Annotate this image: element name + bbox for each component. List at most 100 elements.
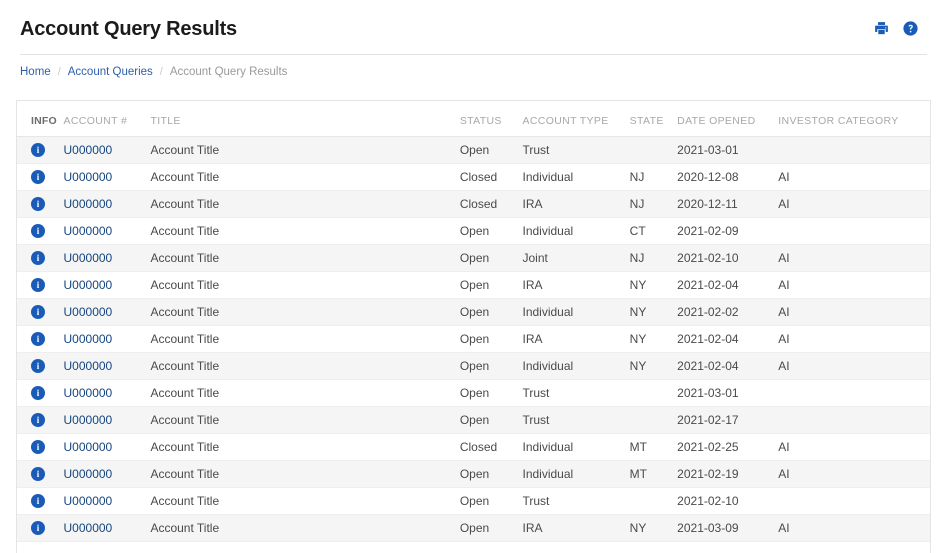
cell-account-type: Trust: [522, 136, 630, 164]
column-header-status[interactable]: STATUS: [459, 101, 523, 137]
table-row[interactable]: i U000000 Account Title Open Individual NY 202…: [17, 352, 930, 380]
cell-date-opened: 2021-03-01: [677, 379, 779, 407]
info-icon[interactable]: i: [31, 494, 45, 509]
cell-state: NY: [629, 298, 678, 326]
cell-investor-category: AI: [778, 325, 930, 353]
account-query-results-page: Account Query Results Home / Account Que…: [0, 0, 947, 553]
cell-title: Account Title: [150, 217, 460, 245]
table-row[interactable]: i U000000 Account Title Open Trust 2021-03-01: [17, 379, 930, 407]
info-icon[interactable]: i: [31, 359, 45, 374]
cell-state: MT: [629, 460, 678, 488]
account-number-link[interactable]: U000000: [64, 305, 113, 319]
account-number-link[interactable]: U000000: [64, 494, 113, 508]
table-row[interactable]: i U000000 Account Title Open Individual NY 202…: [17, 298, 930, 326]
column-header-info[interactable]: INFO: [17, 101, 64, 137]
cell-info: i: [17, 487, 64, 515]
column-header-date-opened[interactable]: DATE OPENED: [677, 101, 779, 137]
cell-account-number: U000000: [63, 406, 151, 434]
table-row[interactable]: i U000000 Account Title Open Individual MT 202…: [17, 460, 930, 488]
table-row[interactable]: i U000000 Account Title Open IRA NY 2021-02-04…: [17, 271, 930, 299]
info-icon[interactable]: i: [31, 332, 45, 347]
column-header-account-number[interactable]: ACCOUNT #: [63, 101, 151, 137]
print-icon[interactable]: [872, 19, 890, 37]
column-header-title[interactable]: TITLE: [150, 101, 460, 137]
cell-title: Account Title: [150, 352, 460, 380]
cell-account-number: U000000: [63, 244, 151, 272]
account-number-link[interactable]: U000000: [64, 224, 113, 238]
cell-title: Account Title: [150, 325, 460, 353]
cell-title: Account Title: [150, 433, 460, 461]
cell-account-number: U000000: [63, 217, 151, 245]
account-number-link[interactable]: U000000: [64, 143, 113, 157]
column-header-state[interactable]: STATE: [629, 101, 678, 137]
table-row[interactable]: i U000000 Account Title Open Trust 2021-02-17: [17, 406, 930, 434]
account-number-link[interactable]: U000000: [64, 359, 113, 373]
table-row[interactable]: i U000000 Account Title Open IRA NY 2021-03-09…: [17, 514, 930, 542]
account-number-link[interactable]: U000000: [64, 413, 113, 427]
cell-date-opened: 2021-02-04: [677, 325, 779, 353]
info-icon[interactable]: i: [31, 278, 45, 293]
breadcrumb-item-home[interactable]: Home: [20, 66, 51, 78]
account-number-link[interactable]: U000000: [64, 386, 113, 400]
cell-date-opened: 2021-02-04: [677, 352, 779, 380]
info-icon[interactable]: i: [31, 440, 45, 455]
cell-info: i: [17, 325, 64, 353]
cell-state: NY: [629, 325, 678, 353]
cell-state: NJ: [629, 163, 678, 191]
table-row[interactable]: i U000000 Account Title Open Trust 2021-02-10: [17, 487, 930, 515]
cell-title: Account Title: [150, 487, 460, 515]
account-number-link[interactable]: U000000: [64, 332, 113, 346]
info-icon[interactable]: i: [31, 467, 45, 482]
cell-account-number: U000000: [63, 298, 151, 326]
table-row[interactable]: i U000000 Account Title Open Joint NJ 2021-02-…: [17, 244, 930, 272]
account-number-link[interactable]: U000000: [64, 467, 113, 481]
account-number-link[interactable]: U000000: [64, 197, 113, 211]
cell-info: i: [17, 379, 64, 407]
account-number-link[interactable]: U000000: [64, 521, 113, 535]
info-icon[interactable]: i: [31, 251, 45, 266]
cell-investor-category: [778, 217, 930, 245]
breadcrumb-item-account-queries[interactable]: Account Queries: [68, 66, 153, 78]
cell-info: i: [17, 244, 64, 272]
table-row[interactable]: i U000000 Account Title Open IRA NY 2021-02-04…: [17, 325, 930, 353]
info-icon[interactable]: i: [31, 143, 45, 158]
cell-status: Open: [459, 406, 523, 434]
column-header-investor-category[interactable]: INVESTOR CATEGORY: [778, 101, 930, 137]
account-number-link[interactable]: U000000: [64, 251, 113, 265]
info-icon-glyph: i: [36, 468, 40, 479]
help-icon[interactable]: [901, 19, 919, 37]
cell-account-type: IRA: [522, 325, 630, 353]
info-icon[interactable]: i: [31, 521, 45, 536]
cell-info: i: [17, 298, 64, 326]
cell-info: i: [17, 217, 64, 245]
account-number-link[interactable]: U000000: [64, 170, 113, 184]
table-row[interactable]: i U000000 Account Title Open Individual CT 202…: [17, 217, 930, 245]
info-icon[interactable]: i: [31, 224, 45, 239]
info-icon-glyph: i: [36, 144, 40, 155]
info-icon[interactable]: i: [31, 197, 45, 212]
account-number-link[interactable]: U000000: [64, 278, 113, 292]
info-icon[interactable]: i: [31, 413, 45, 428]
cell-state: NJ: [629, 244, 678, 272]
cell-title: Account Title: [150, 460, 460, 488]
info-icon[interactable]: i: [31, 386, 45, 401]
info-icon[interactable]: i: [31, 305, 45, 320]
info-icon[interactable]: i: [31, 170, 45, 185]
table-row[interactable]: i U000000 Account Title Open Trust 2021-03-01: [17, 136, 930, 164]
cell-account-number: U000000: [63, 163, 151, 191]
info-icon-glyph: i: [36, 333, 40, 344]
table-row[interactable]: i U000000 Account Title Closed IRA NJ 2020-12-…: [17, 190, 930, 218]
info-icon-glyph: i: [36, 252, 40, 263]
column-header-account-type[interactable]: ACCOUNT TYPE: [522, 101, 630, 137]
cell-state: NY: [629, 352, 678, 380]
cell-date-opened: 2021-02-09: [677, 217, 779, 245]
cell-state: [629, 487, 678, 515]
account-number-link[interactable]: U000000: [64, 440, 113, 454]
results-table-wrap: INFO ACCOUNT # TITLE STATUS ACCOUNT TYPE…: [17, 101, 930, 542]
cell-status: Open: [459, 352, 523, 380]
cell-title: Account Title: [150, 379, 460, 407]
cell-investor-category: AI: [778, 271, 930, 299]
cell-status: Open: [459, 514, 523, 542]
table-row[interactable]: i U000000 Account Title Closed Individual MT 2…: [17, 433, 930, 461]
table-row[interactable]: i U000000 Account Title Closed Individual NJ 2…: [17, 163, 930, 191]
